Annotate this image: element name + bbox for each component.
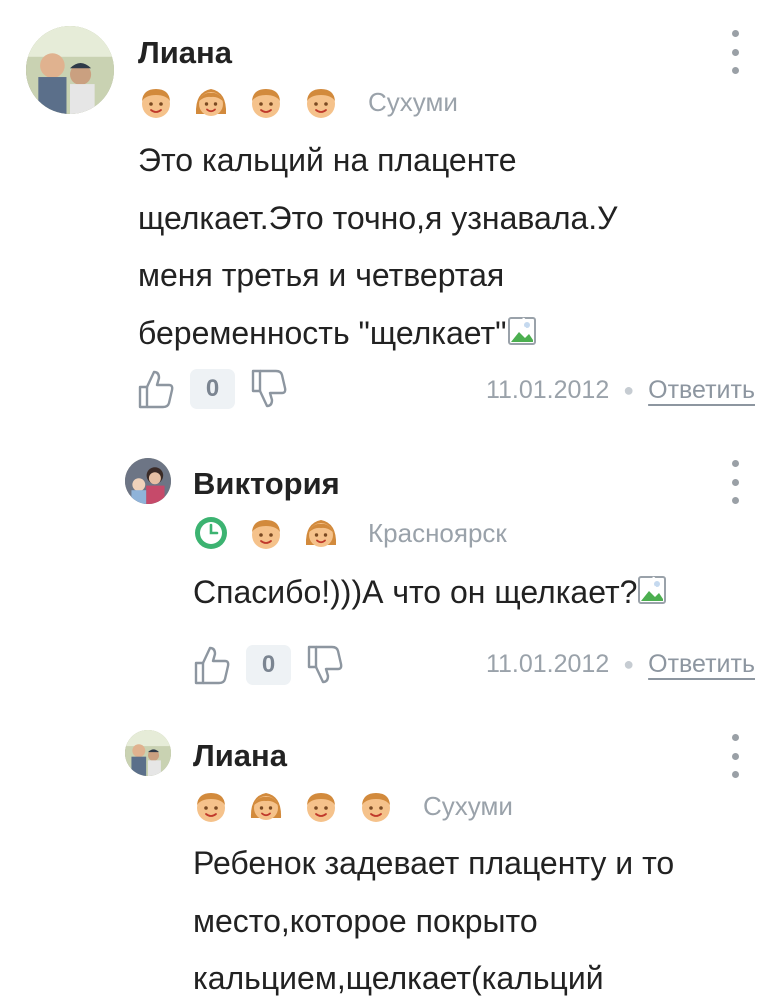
more-options-icon[interactable] xyxy=(725,30,745,74)
comment-meta: 11.01.2012 ● Ответить xyxy=(486,650,755,679)
boy-badge-icon xyxy=(193,788,229,824)
comment-meta: 11.01.2012 ● Ответить xyxy=(486,376,755,405)
author-name[interactable]: Лиана xyxy=(193,738,287,774)
boy-badge-icon xyxy=(303,788,339,824)
comment-text-line: Это кальций на плаценте xyxy=(138,142,517,178)
avatar[interactable] xyxy=(26,26,114,114)
badges-row: Сухуми xyxy=(138,84,458,120)
comment-text-line-content: беременность "щелкает" xyxy=(138,314,507,351)
boy-badge-icon xyxy=(138,84,174,120)
author-city: Сухуми xyxy=(368,86,458,117)
comment-text-line: кальцием,щелкает(кальций xyxy=(193,960,604,996)
badges-row: Сухуми xyxy=(193,788,513,824)
thumbs-up-icon[interactable] xyxy=(136,368,176,410)
comment-date: 11.01.2012 xyxy=(485,376,610,404)
comment-text-line: Спасибо!)))А что он щелкает? xyxy=(193,564,667,622)
author-city: Сухуми xyxy=(423,790,513,821)
avatar-image xyxy=(125,458,171,504)
reply-link[interactable]: Ответить xyxy=(648,650,755,679)
comment-text-line-content: Спасибо!)))А что он щелкает? xyxy=(193,574,638,610)
comment-text-line: меня третья и четвертая xyxy=(138,257,505,293)
avatar-image xyxy=(26,26,114,114)
comment-text-line: место,которое покрыто xyxy=(193,902,538,939)
vote-count: 0 xyxy=(190,369,235,409)
author-name[interactable]: Лиана xyxy=(138,35,232,71)
separator-dot: ● xyxy=(623,380,635,400)
avatar[interactable] xyxy=(125,730,171,776)
comment-text: Ребенок задевает плаценту и то место,кот… xyxy=(193,835,674,1000)
vote-controls: 0 xyxy=(192,644,345,686)
thumbs-down-icon[interactable] xyxy=(305,644,345,686)
thumbs-down-icon[interactable] xyxy=(249,368,289,410)
boy-badge-icon xyxy=(303,84,339,120)
vote-count: 0 xyxy=(246,645,291,685)
boy-badge-icon xyxy=(248,515,284,551)
boy-badge-icon xyxy=(358,788,394,824)
author-city: Красноярск xyxy=(368,517,507,548)
separator-dot: ● xyxy=(623,654,635,674)
vote-controls: 0 xyxy=(136,368,289,410)
avatar[interactable] xyxy=(125,458,171,504)
comment-date: 11.01.2012 xyxy=(485,650,610,678)
comment-text-line: щелкает.Это точно,я узнавала.У xyxy=(138,199,618,236)
girl-badge-icon xyxy=(248,788,284,824)
boy-badge-icon xyxy=(248,84,284,120)
clock-badge-icon xyxy=(193,515,229,551)
author-name[interactable]: Виктория xyxy=(193,466,340,502)
more-options-icon[interactable] xyxy=(725,734,745,778)
comment-text-line: Ребенок задевает плаценту и то xyxy=(193,845,675,881)
comment-text-line: беременность "щелкает" xyxy=(138,305,618,363)
avatar-image xyxy=(125,730,171,776)
reply-link[interactable]: Ответить xyxy=(648,376,755,405)
comment-text: Спасибо!)))А что он щелкает? xyxy=(193,564,667,622)
girl-badge-icon xyxy=(303,515,339,551)
girl-badge-icon xyxy=(193,84,229,120)
thumbs-up-icon[interactable] xyxy=(192,644,232,686)
more-options-icon[interactable] xyxy=(725,460,745,504)
badges-row: Красноярск xyxy=(193,515,507,551)
comment-text: Это кальций на плаценте щелкает.Это точн… xyxy=(138,132,618,362)
broken-image-icon xyxy=(637,575,667,605)
broken-image-icon xyxy=(507,316,537,346)
